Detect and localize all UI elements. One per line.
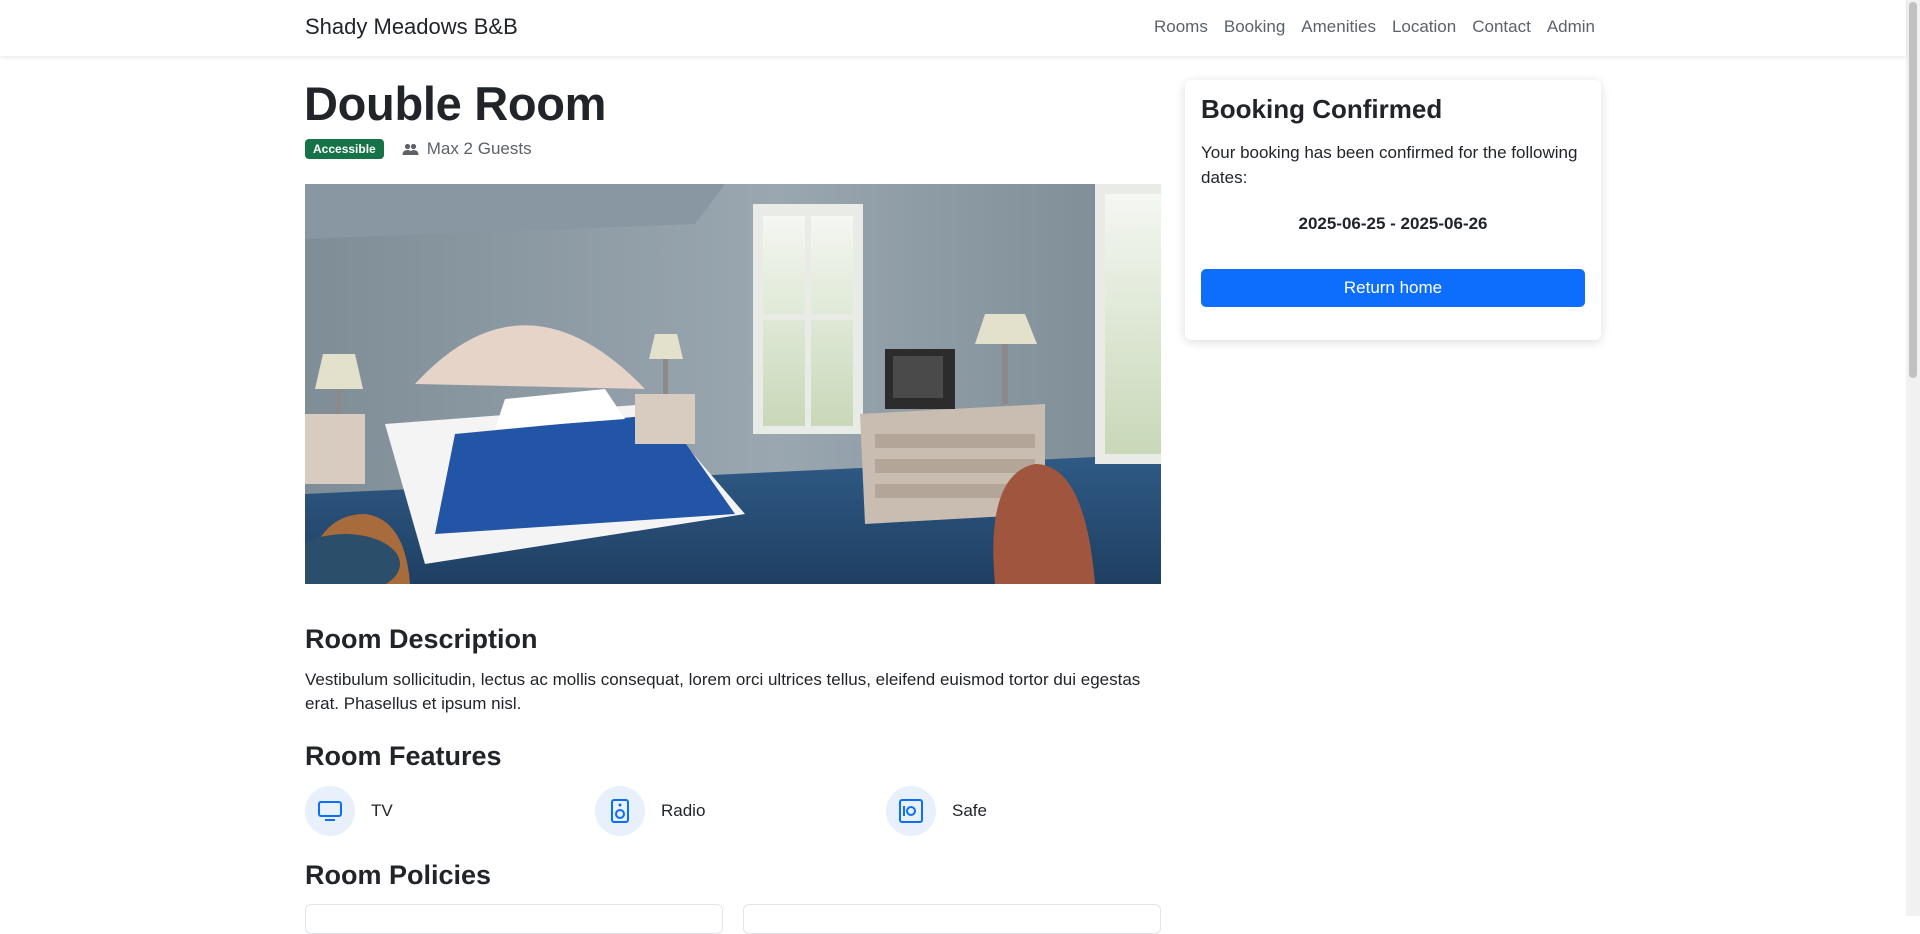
accessible-badge: Accessible (305, 139, 384, 159)
page-scrollbar[interactable] (1906, 0, 1920, 916)
booking-confirmed-card: Booking Confirmed Your booking has been … (1185, 80, 1601, 340)
scrollbar-thumb[interactable] (1909, 2, 1917, 378)
room-photo (305, 184, 1161, 584)
guest-capacity: Max 2 Guests (402, 139, 532, 159)
nav-link-admin[interactable]: Admin (1547, 17, 1595, 37)
features-list: TV Radio Safe (305, 786, 1165, 838)
nav-links: Rooms Booking Amenities Location Contact… (1154, 17, 1595, 37)
room-features-heading: Room Features (305, 741, 502, 771)
policy-card (743, 904, 1161, 934)
nav-link-booking[interactable]: Booking (1224, 17, 1285, 37)
navbar: Shady Meadows B&B Rooms Booking Amenitie… (0, 0, 1906, 56)
room-policies-heading: Room Policies (305, 860, 492, 890)
room-meta: Accessible Max 2 Guests (305, 139, 532, 159)
booking-confirmed-message: Your booking has been confirmed for the … (1201, 143, 1578, 187)
nav-link-rooms[interactable]: Rooms (1154, 17, 1208, 37)
tv-icon (305, 786, 355, 836)
booking-confirmed-title: Booking Confirmed (1201, 94, 1443, 124)
feature-label-tv: TV (371, 801, 393, 820)
people-icon (402, 143, 419, 155)
nav-link-amenities[interactable]: Amenities (1301, 17, 1376, 37)
nav-link-contact[interactable]: Contact (1472, 17, 1531, 37)
feature-item-tv: TV (305, 786, 393, 836)
safe-icon (886, 786, 936, 836)
booking-dates: 2025-06-25 - 2025-06-26 (1298, 214, 1488, 233)
policy-card (305, 904, 723, 934)
room-description-heading: Room Description (305, 624, 538, 654)
room-description-text: Vestibulum sollicitudin, lectus ac molli… (305, 670, 1141, 713)
feature-item-radio: Radio (595, 786, 705, 836)
room-title: Double Room (304, 77, 607, 130)
guest-capacity-label: Max 2 Guests (426, 139, 532, 158)
return-home-button[interactable]: Return home (1201, 269, 1585, 307)
brand-link[interactable]: Shady Meadows B&B (305, 14, 518, 40)
radio-icon (595, 786, 645, 836)
feature-label-radio: Radio (661, 801, 706, 820)
feature-item-safe: Safe (886, 786, 987, 836)
nav-link-location[interactable]: Location (1392, 17, 1456, 37)
feature-label-safe: Safe (952, 801, 987, 820)
